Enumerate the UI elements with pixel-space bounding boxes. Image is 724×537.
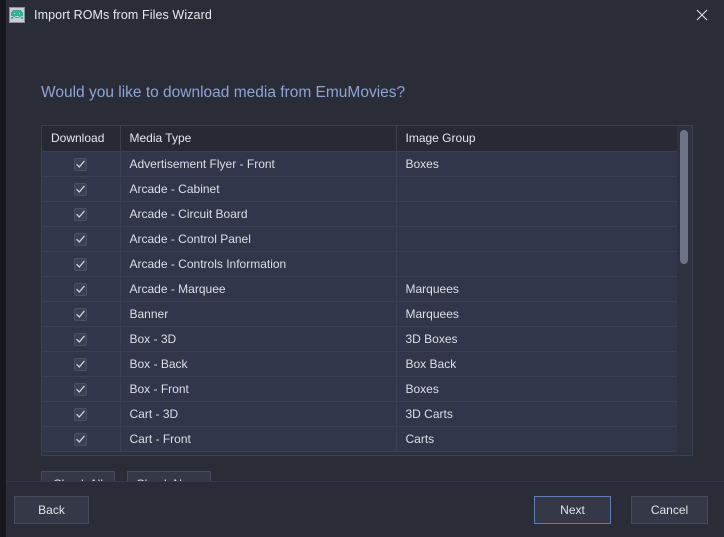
- image-group-cell: Box Back: [396, 351, 679, 377]
- table-row[interactable]: Arcade - Circuit Board: [42, 201, 679, 227]
- space-invader-icon: [9, 7, 25, 23]
- image-group-cell: Boxes: [396, 376, 679, 402]
- table-row[interactable]: Cart - Front Carts: [42, 426, 679, 452]
- media-type-cell: Arcade - Circuit Board: [120, 201, 397, 227]
- media-type-cell: Box - Back: [120, 351, 397, 377]
- media-type-cell: Arcade - Marquee: [120, 276, 397, 302]
- download-checkbox-cell[interactable]: [42, 376, 121, 402]
- cancel-button[interactable]: Cancel: [631, 496, 708, 524]
- table-row[interactable]: Box - 3D 3D Boxes: [42, 326, 679, 352]
- window-left-edge: [0, 0, 6, 537]
- image-group-cell: Boxes: [396, 151, 679, 177]
- download-checkbox-cell[interactable]: [42, 151, 121, 177]
- download-checkbox-cell[interactable]: [42, 326, 121, 352]
- media-type-cell: Arcade - Controls Information: [120, 251, 397, 277]
- window-title: Import ROMs from Files Wizard: [34, 8, 212, 22]
- column-header-image-group[interactable]: Image Group: [396, 126, 679, 152]
- media-type-cell: Box - 3D: [120, 326, 397, 352]
- download-checkbox-cell[interactable]: [42, 351, 121, 377]
- checkbox-checked-icon[interactable]: [74, 282, 88, 296]
- checkbox-checked-icon[interactable]: [74, 207, 88, 221]
- image-group-cell: [396, 201, 679, 227]
- image-group-cell: [396, 176, 679, 202]
- image-group-cell: 3D Boxes: [396, 326, 679, 352]
- image-group-cell: Marquees: [396, 301, 679, 327]
- download-checkbox-cell[interactable]: [42, 276, 121, 302]
- image-group-cell: [396, 226, 679, 252]
- download-checkbox-cell[interactable]: [42, 201, 121, 227]
- image-group-cell: Carts: [396, 426, 679, 452]
- table-row[interactable]: Box - Front Boxes: [42, 376, 679, 402]
- media-type-cell: Arcade - Control Panel: [120, 226, 397, 252]
- media-type-cell: Banner: [120, 301, 397, 327]
- media-type-cell: Cart - 3D: [120, 401, 397, 427]
- table-row[interactable]: Arcade - Marquee Marquees: [42, 276, 679, 302]
- download-checkbox-cell[interactable]: [42, 176, 121, 202]
- checkbox-checked-icon[interactable]: [74, 157, 88, 171]
- checkbox-checked-icon[interactable]: [74, 432, 88, 446]
- download-checkbox-cell[interactable]: [42, 301, 121, 327]
- media-type-table: Download Media Type Image Group Advertis…: [41, 125, 693, 456]
- checkbox-checked-icon[interactable]: [74, 182, 88, 196]
- table-row[interactable]: Advertisement Flyer - Front Boxes: [42, 151, 679, 177]
- next-button[interactable]: Next: [534, 496, 611, 524]
- checkbox-checked-icon[interactable]: [74, 232, 88, 246]
- checkbox-checked-icon[interactable]: [74, 357, 88, 371]
- wizard-footer: Back Next Cancel: [0, 481, 724, 537]
- table-row[interactable]: Arcade - Cabinet: [42, 176, 679, 202]
- checkbox-checked-icon[interactable]: [74, 257, 88, 271]
- table-row[interactable]: Arcade - Control Panel: [42, 226, 679, 252]
- title-bar: Import ROMs from Files Wizard: [0, 0, 724, 30]
- checkbox-checked-icon[interactable]: [74, 307, 88, 321]
- image-group-cell: [396, 251, 679, 277]
- media-type-cell: Arcade - Cabinet: [120, 176, 397, 202]
- table-row[interactable]: Banner Marquees: [42, 301, 679, 327]
- image-group-cell: Marquees: [396, 276, 679, 302]
- checkbox-checked-icon[interactable]: [74, 407, 88, 421]
- media-type-cell: Cart - Front: [120, 426, 397, 452]
- import-roms-wizard-window: Import ROMs from Files Wizard Would you …: [0, 0, 724, 537]
- table-vertical-scrollbar[interactable]: [677, 126, 692, 455]
- image-group-cell: 3D Carts: [396, 401, 679, 427]
- download-checkbox-cell[interactable]: [42, 401, 121, 427]
- column-header-download[interactable]: Download: [42, 126, 121, 152]
- wizard-content: Would you like to download media from Em…: [0, 30, 724, 537]
- table-header-row: Download Media Type Image Group: [42, 126, 679, 152]
- download-checkbox-cell[interactable]: [42, 426, 121, 452]
- media-type-cell: Advertisement Flyer - Front: [120, 151, 397, 177]
- table-row[interactable]: Box - Back Box Back: [42, 351, 679, 377]
- table-row[interactable]: Cart - 3D 3D Carts: [42, 401, 679, 427]
- page-title: Would you like to download media from Em…: [41, 84, 406, 101]
- close-icon[interactable]: [680, 0, 724, 30]
- back-button[interactable]: Back: [14, 496, 89, 524]
- table-body: Advertisement Flyer - Front Boxes Arcade -…: [42, 151, 679, 452]
- media-type-cell: Box - Front: [120, 376, 397, 402]
- download-checkbox-cell[interactable]: [42, 226, 121, 252]
- scrollbar-thumb[interactable]: [680, 130, 688, 264]
- column-header-media-type[interactable]: Media Type: [120, 126, 397, 152]
- checkbox-checked-icon[interactable]: [74, 332, 88, 346]
- table-row[interactable]: Arcade - Controls Information: [42, 251, 679, 277]
- checkbox-checked-icon[interactable]: [74, 382, 88, 396]
- download-checkbox-cell[interactable]: [42, 251, 121, 277]
